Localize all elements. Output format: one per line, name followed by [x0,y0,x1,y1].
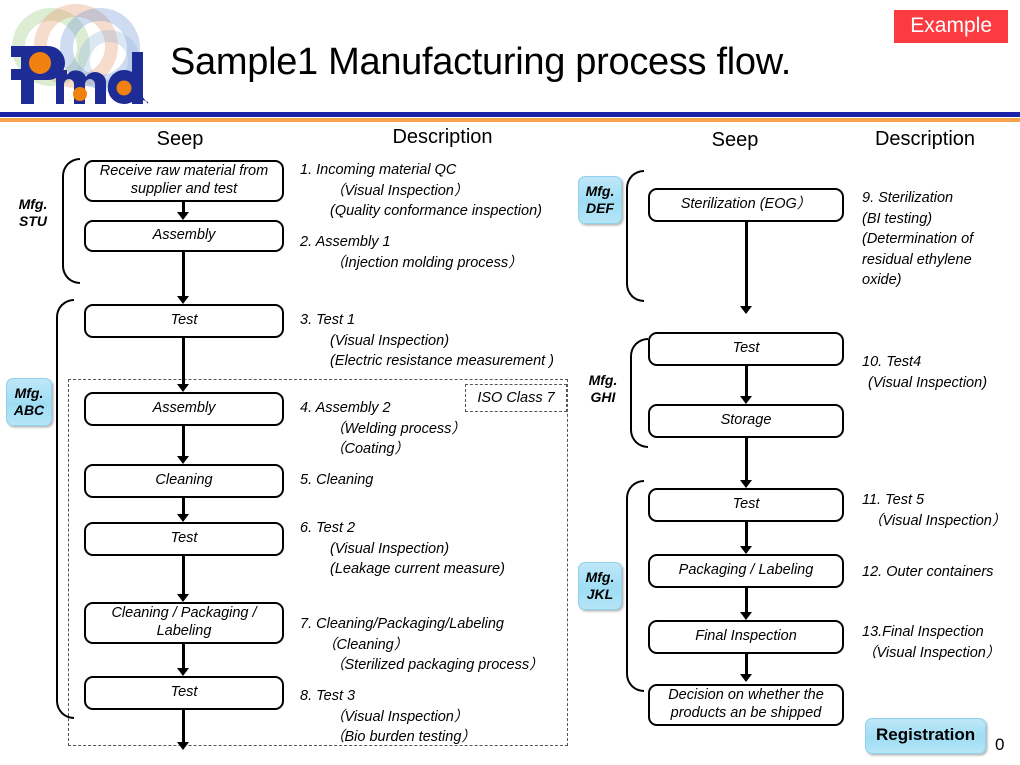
flow-box-final-inspection[interactable]: Final Inspection [648,620,844,654]
pmda-wordmark [8,40,148,108]
flow-arrow [177,338,190,392]
flow-arrow [740,522,753,554]
column-header-right-description: Description [874,128,976,150]
page-header: Sample1 Manufacturing process flow. Exam… [0,0,1020,128]
group-bracket-stu [62,158,80,284]
description-item-8: 8. Test 3 （Visual Inspection） （Bio burde… [300,688,476,746]
example-badge: Example [894,10,1008,43]
group-bracket-jkl [626,480,644,692]
page-number: 0 [995,735,1005,754]
group-label-mfg-abc[interactable]: Mfg. ABC [6,378,52,426]
flow-arrow [177,498,190,522]
header-rule-blue [0,112,1020,117]
column-header-right-seep: Seep [711,129,759,151]
group-bracket-ghi [630,338,648,448]
description-item-13: 13.Final Inspection （Visual Inspection） [862,624,1001,661]
flow-box-packaging-labeling[interactable]: Packaging / Labeling [648,554,844,588]
description-item-1: 1. Incoming material QC （Visual Inspecti… [300,162,542,220]
group-label-mfg-ghi: Mfg. GHI [588,372,618,405]
flow-arrow [740,366,753,404]
flow-arrow [177,556,190,602]
description-item-5: 5. Cleaning [300,472,374,488]
flow-arrow [740,222,753,314]
column-header-left-seep: Seep [156,128,204,150]
flow-box-assembly-1[interactable]: Assembly [84,220,284,252]
flow-box-test-4[interactable]: Test [648,332,844,366]
group-label-mfg-stu: Mfg. STU [18,196,48,229]
flow-box-storage[interactable]: Storage [648,404,844,438]
page-title: Sample1 Manufacturing process flow. [170,41,792,83]
description-item-10: 10. Test4 (Visual Inspection) [862,354,988,391]
description-item-7: 7. Cleaning/Packaging/Labeling （Cleaning… [300,616,544,674]
group-label-mfg-jkl[interactable]: Mfg. JKL [578,562,622,610]
group-bracket-def [626,170,644,302]
flow-arrow [740,654,753,682]
description-item-4: 4. Assembly 2 （Welding process） （Coating… [300,400,466,458]
flow-box-receive-raw-material[interactable]: Receive raw material from supplier and t… [84,160,284,202]
description-item-2: 2. Assembly 1 （Injection molding process… [300,234,523,271]
flow-box-cleaning-packaging-labeling[interactable]: Cleaning / Packaging / Labeling [84,602,284,644]
flow-box-test-3[interactable]: Test [84,676,284,710]
flow-arrow [740,588,753,620]
description-item-12: 12. Outer containers [862,564,994,580]
flow-arrow [177,202,190,220]
pmda-logo [4,2,150,112]
flow-box-assembly-2[interactable]: Assembly [84,392,284,426]
description-item-3: 3. Test 1 (Visual Inspection) (Electric … [300,312,555,370]
registration-badge[interactable]: Registration [865,718,987,754]
flow-arrow [177,426,190,464]
group-label-mfg-def[interactable]: Mfg. DEF [578,176,622,224]
flow-arrow [177,644,190,676]
description-item-6: 6. Test 2 (Visual Inspection) (Leakage c… [300,520,505,578]
header-rule-orange [0,118,1020,122]
flow-box-test-5[interactable]: Test [648,488,844,522]
flow-box-shipping-decision[interactable]: Decision on whether the products an be s… [648,684,844,726]
flow-arrow [177,252,190,304]
flow-box-test-2[interactable]: Test [84,522,284,556]
flow-arrow [177,710,190,750]
column-header-left-description: Description [392,126,493,148]
flow-box-test-1[interactable]: Test [84,304,284,338]
flow-box-cleaning[interactable]: Cleaning [84,464,284,498]
description-item-11: 11. Test 5 （Visual Inspection） [862,492,1007,529]
flow-box-sterilization[interactable]: Sterilization (EOG） [648,188,844,222]
flow-arrow [740,438,753,488]
description-item-9: 9. Sterilization (BI testing) (Determina… [862,190,974,289]
